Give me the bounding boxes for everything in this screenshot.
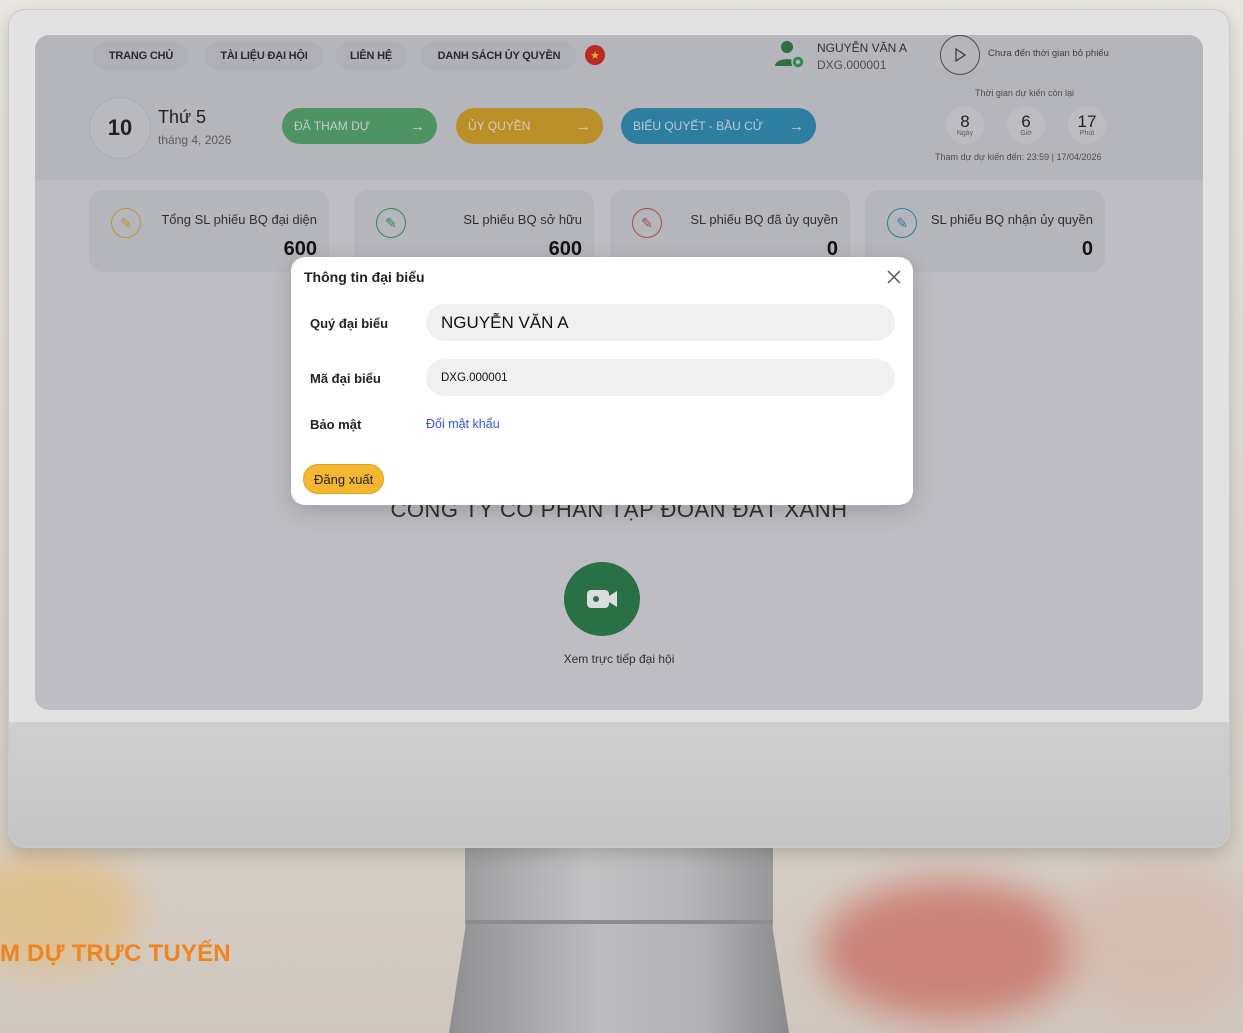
logout-button[interactable]: Đăng xuất (303, 464, 385, 494)
name-label: Quý đại biểu (310, 316, 389, 331)
footer-heading: M DỰ TRỰC TUYẾN (0, 940, 231, 967)
security-label: Bảo mật (310, 417, 362, 432)
background-blur (1060, 860, 1243, 1020)
modal-title: Thông tin đại biểu (304, 269, 425, 285)
code-label: Mã đại biểu (310, 371, 381, 386)
close-icon[interactable] (885, 268, 903, 286)
monitor-stand-neck (465, 846, 773, 926)
background-blur (820, 880, 1080, 1020)
code-field[interactable] (426, 359, 895, 396)
monitor-chin (9, 722, 1229, 847)
delegate-info-modal: Thông tin đại biểu Quý đại biểu Mã đại b… (291, 257, 913, 505)
monitor-stand-base (449, 924, 789, 1033)
change-password-link[interactable]: Đổi mật khẩu (426, 417, 500, 431)
monitor-stand-hinge (466, 920, 772, 924)
name-field[interactable] (426, 304, 895, 341)
